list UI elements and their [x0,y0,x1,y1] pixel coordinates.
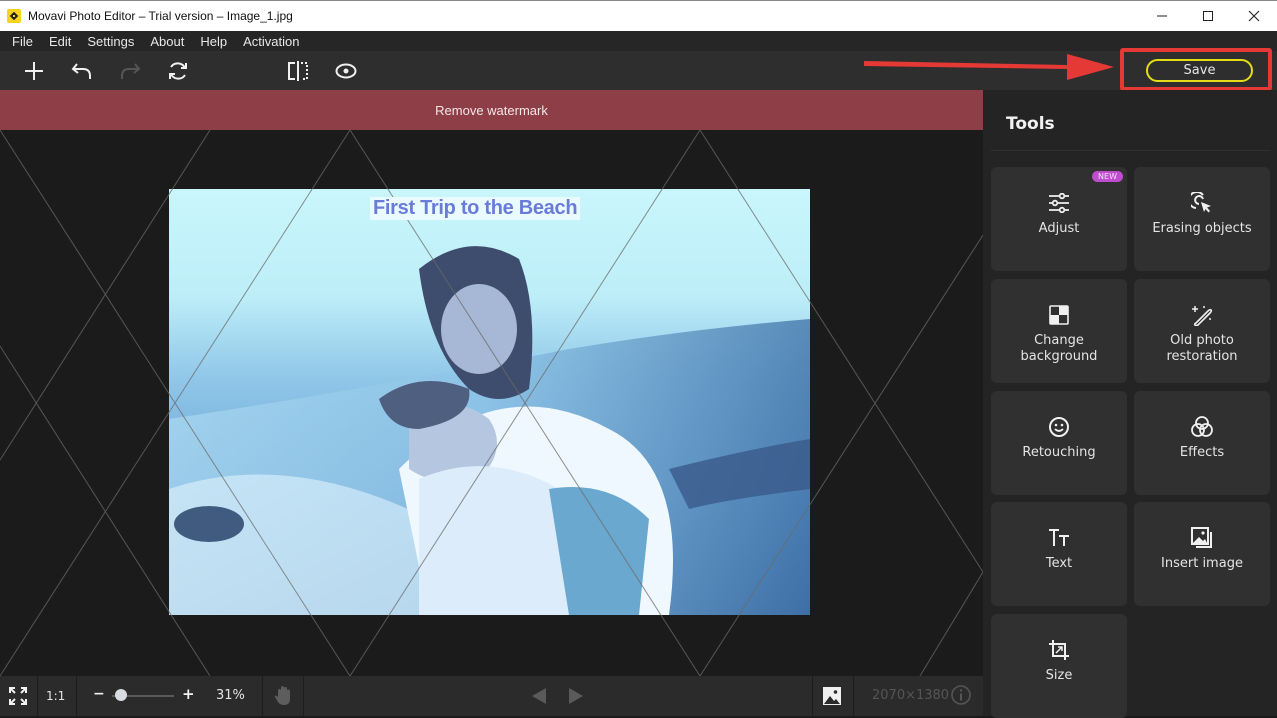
previous-image-icon[interactable] [532,688,546,708]
next-image-icon[interactable] [569,688,583,708]
tool-label: Erasing objects [1152,221,1252,236]
tool-insert-image[interactable]: Insert image [1134,502,1270,606]
tool-effects[interactable]: Effects [1134,391,1270,495]
tool-old-photo-restoration[interactable]: Old photo restoration [1134,279,1270,383]
tool-label: Text [1045,556,1073,571]
menu-edit[interactable]: Edit [41,34,79,49]
tool-label: Effects [1179,445,1225,460]
reset-icon[interactable] [164,57,192,85]
tools-title: Tools [1006,114,1055,134]
window-controls [1139,1,1277,31]
menu-settings[interactable]: Settings [79,34,142,49]
tool-label: Adjust [1038,221,1080,236]
image-gallery-icon[interactable] [823,687,841,709]
menu-bar: File Edit Settings About Help Activation [0,31,1277,51]
separator [303,676,304,716]
photo-caption[interactable]: First Trip to the Beach [370,197,581,220]
hand-pan-icon[interactable] [274,685,292,711]
tools-panel: Tools NEW Adjust Erasing objects Change … [983,90,1277,718]
separator [812,676,813,716]
annotation-arrow [864,54,1114,80]
zoom-in-button[interactable]: + [182,685,195,703]
info-icon[interactable] [951,685,971,709]
separator [262,676,263,716]
image-dimensions: 2070×1380 [872,688,950,703]
tool-adjust[interactable]: NEW Adjust [991,167,1127,271]
background-checker-icon [1047,303,1071,327]
menu-about[interactable]: About [142,34,192,49]
tool-erasing-objects[interactable]: Erasing objects [1134,167,1270,271]
eraser-target-icon [1190,191,1214,215]
crop-resize-icon [1047,638,1071,662]
separator [76,676,77,716]
tool-label: Insert image [1161,556,1243,571]
effects-circles-icon [1190,415,1214,439]
tool-retouching[interactable]: Retouching [991,391,1127,495]
remove-watermark-button[interactable]: Remove watermark [0,90,983,130]
magic-wand-icon [1190,303,1214,327]
menu-help[interactable]: Help [192,34,235,49]
add-icon[interactable] [20,57,48,85]
redo-icon[interactable] [116,57,144,85]
undo-icon[interactable] [68,57,96,85]
tool-change-background[interactable]: Change background [991,279,1127,383]
tool-text[interactable]: Text [991,502,1127,606]
divider [991,150,1271,151]
tool-label: Change background [1020,333,1098,364]
fit-screen-icon[interactable] [8,686,28,710]
tool-label: Size [1045,668,1073,683]
app-logo-icon [7,9,21,23]
zoom-percent: 31% [216,688,245,703]
minimize-button[interactable] [1139,1,1185,31]
text-icon [1047,526,1071,550]
menu-activation[interactable]: Activation [235,34,307,49]
bottom-bar: 1:1 − + 31% 2070×1380 [0,676,983,716]
actual-size-button[interactable]: 1:1 [46,689,65,703]
separator [37,676,38,716]
sliders-icon [1047,191,1071,215]
save-button[interactable]: Save [1146,59,1253,82]
title-bar: Movavi Photo Editor – Trial version – Im… [0,0,1277,31]
tool-label: Retouching [1022,445,1096,460]
compare-icon[interactable] [284,57,312,85]
tool-label: Old photo restoration [1166,333,1238,364]
zoom-out-button[interactable]: − [93,686,105,702]
window-title: Movavi Photo Editor – Trial version – Im… [28,9,293,23]
separator [853,676,854,716]
maximize-button[interactable] [1185,1,1231,31]
preview-eye-icon[interactable] [332,57,360,85]
insert-image-icon [1190,526,1214,550]
tool-size[interactable]: Size [991,614,1127,718]
zoom-slider-handle[interactable] [114,689,127,701]
new-badge: NEW [1092,171,1123,182]
close-button[interactable] [1231,1,1277,31]
smiley-icon [1047,415,1071,439]
menu-file[interactable]: File [4,34,41,49]
